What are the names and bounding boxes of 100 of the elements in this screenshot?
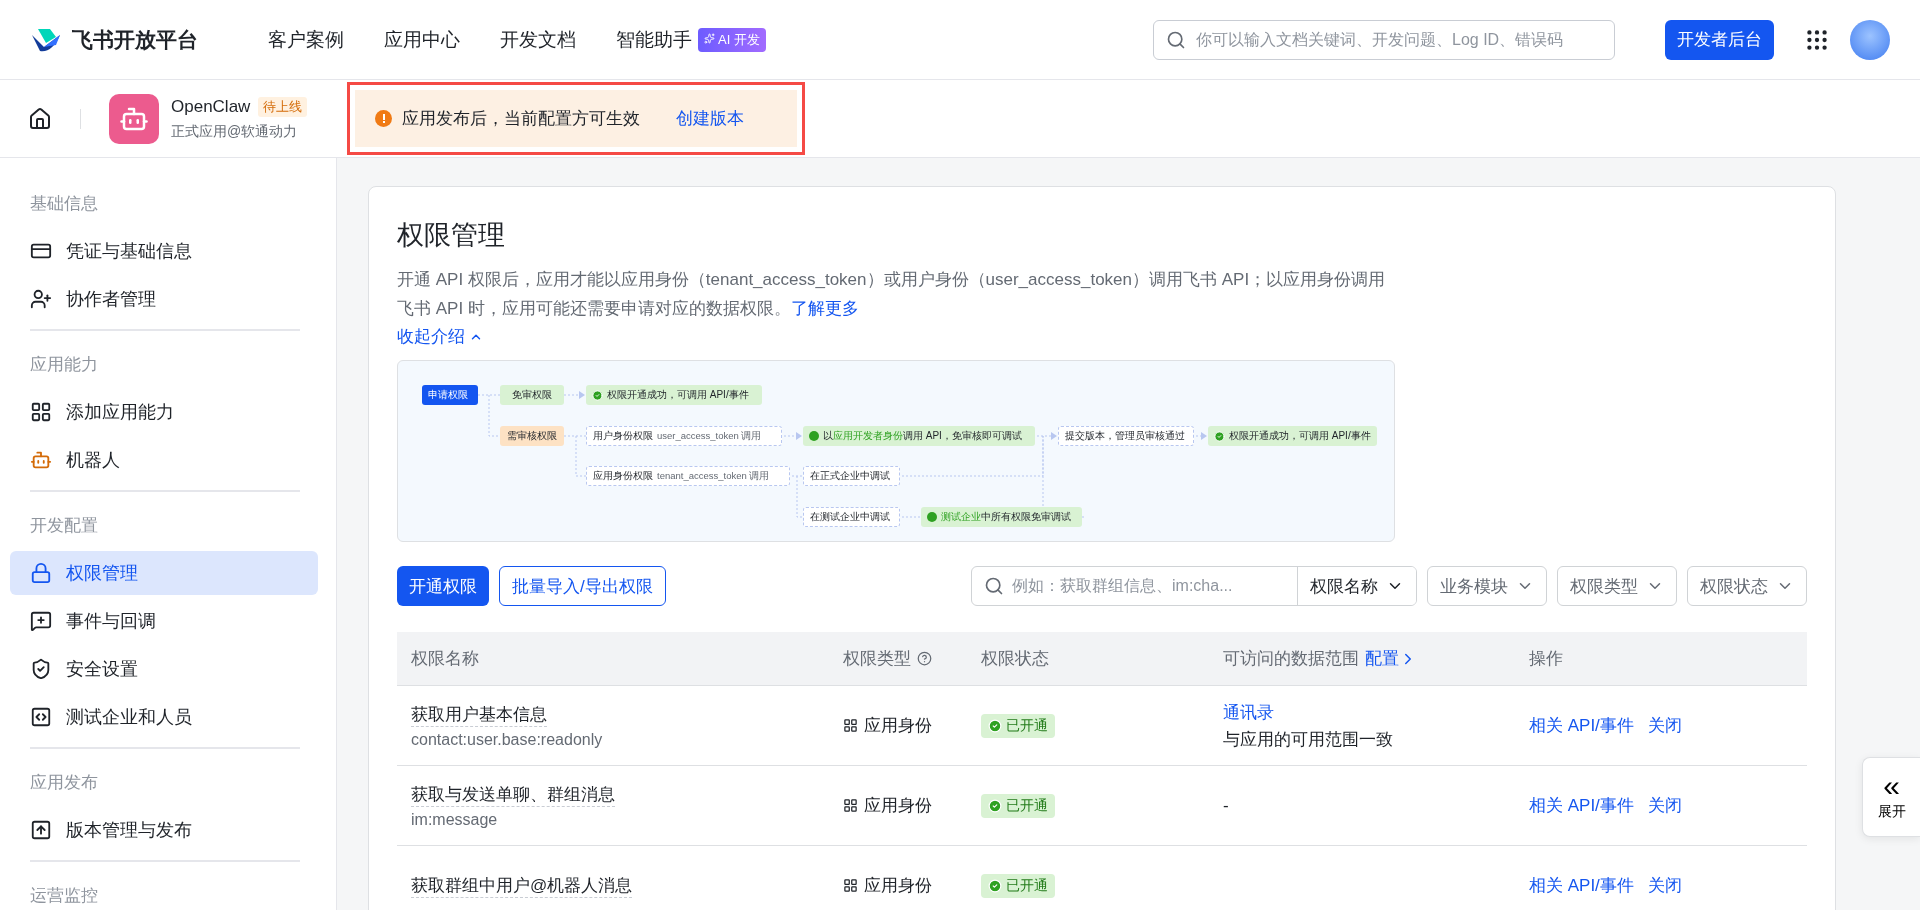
search-field[interactable]: 你可以输入文档关键词、开发问题、Log ID、错误码 <box>1153 19 1615 60</box>
node-label: 在正式企业中调试 <box>810 469 890 483</box>
action-link[interactable]: 相关 API/事件 <box>1529 874 1634 897</box>
section-title: 开发配置 <box>29 515 99 537</box>
console-button[interactable]: 开发者后台 <box>1665 19 1774 60</box>
node-label: 需审核权限 <box>507 429 557 443</box>
home-icon[interactable] <box>28 106 52 131</box>
sidebar-item[interactable]: 权限管理 <box>10 551 318 595</box>
brand-name: 飞书开放平台 <box>72 26 198 53</box>
status-tag: 待上线 <box>258 96 308 117</box>
filter-dropdown[interactable]: 权限类型 <box>1557 566 1677 606</box>
logo-icon <box>30 26 62 53</box>
page-title: 权限管理 <box>397 219 506 252</box>
permission-name: 获取与发送单聊、群组消息 <box>411 782 615 807</box>
code-icon <box>30 706 52 728</box>
permission-type: 应用身份 <box>864 795 932 817</box>
status-badge: 已开通 <box>981 713 1055 738</box>
app-name: OpenClaw <box>171 96 251 117</box>
grid-icon <box>843 878 858 893</box>
node-label: 提交版本，管理员审核通过 <box>1065 429 1185 443</box>
help-icon[interactable] <box>917 651 932 666</box>
permission-type: 应用身份 <box>864 715 932 737</box>
sidebar-item[interactable]: 事件与回调 <box>10 599 318 643</box>
node-label: 应用身份权限 <box>593 469 653 483</box>
nav-link[interactable]: 客户案例 <box>268 26 344 53</box>
shield-icon <box>30 658 52 680</box>
node-note: tenant_access_token 调用 <box>657 469 770 483</box>
permission-name: 获取用户基本信息 <box>411 702 547 727</box>
nav-link[interactable]: 应用中心 <box>384 26 460 53</box>
filter-dropdown[interactable]: 业务模块 <box>1427 566 1547 606</box>
permission-name: 获取群组中用户@机器人消息 <box>411 873 633 898</box>
node-note: user_access_token 调用 <box>657 429 762 443</box>
connector-arrow <box>1195 432 1207 440</box>
lock-icon <box>30 562 52 584</box>
column-header: 可访问的数据范围 <box>1223 648 1359 670</box>
node-label: 申请权限 <box>428 388 468 402</box>
sidebar-item[interactable]: 版本管理与发布 <box>10 808 318 852</box>
node-label: 权限开通成功，可调用 API/事件 <box>1229 429 1371 443</box>
scope-text: - <box>1223 795 1230 816</box>
check-icon <box>592 389 603 401</box>
nav-link[interactable]: 开发文档 <box>500 26 576 53</box>
sidebar-item[interactable]: 机器人 <box>10 438 318 482</box>
check-icon <box>1214 430 1225 442</box>
sidebar-item[interactable]: 凭证与基础信息 <box>10 229 318 273</box>
warning-icon <box>375 110 393 127</box>
column-header: 操作 <box>1529 648 1563 670</box>
field-dropdown[interactable]: 权限名称 <box>1297 567 1416 605</box>
grid-icon <box>843 718 858 733</box>
section-title: 运营监控 <box>29 885 99 907</box>
action-link[interactable]: 关闭 <box>1647 794 1682 817</box>
node-label: 测试企业中所有权限免审调试 <box>941 510 1071 524</box>
action-link[interactable]: 关闭 <box>1647 874 1682 897</box>
config-link[interactable]: 配置 <box>1365 647 1417 670</box>
upload-icon <box>30 819 52 841</box>
learn-more-link[interactable]: 了解更多 <box>790 299 859 318</box>
add-user-icon <box>30 288 52 310</box>
expand-toggle[interactable]: « 展开 <box>1862 757 1920 837</box>
action-link[interactable]: 关闭 <box>1647 714 1682 737</box>
collapse-link[interactable]: 收起介绍 <box>397 325 483 348</box>
connector-arrow <box>563 391 585 399</box>
sidebar-item[interactable]: 安全设置 <box>10 647 318 691</box>
status-dot-icon <box>927 512 937 522</box>
search-icon <box>1166 29 1186 50</box>
node-label: 用户身份权限 <box>593 429 653 443</box>
status-badge: 已开通 <box>981 873 1055 898</box>
notice-text: 应用发布后，当前配置方可生效 <box>402 108 641 130</box>
node-label: 免审权限 <box>512 388 552 402</box>
sidebar-item[interactable]: 添加应用能力 <box>10 390 318 434</box>
permission-search-field[interactable]: 例如：获取群组信息、im:cha... 权限名称 <box>971 566 1417 606</box>
action-link[interactable]: 相关 API/事件 <box>1529 714 1634 737</box>
permission-code: contact:user.base:readonly <box>411 730 604 749</box>
connector-arrow <box>1036 432 1057 440</box>
column-header: 权限状态 <box>981 648 1049 670</box>
scope-text: 与应用的可用范围一致 <box>1223 728 1394 751</box>
app-subtitle: 正式应用@软通动力 <box>171 122 299 141</box>
search-icon <box>984 576 1004 596</box>
app-icon <box>109 93 159 144</box>
create-version-link[interactable]: 创建版本 <box>676 107 745 130</box>
section-title: 应用发布 <box>29 772 99 794</box>
filter-dropdown[interactable]: 权限状态 <box>1687 566 1807 606</box>
permission-type: 应用身份 <box>864 875 932 897</box>
node-label: 权限开通成功，可调用 API/事件 <box>607 388 749 402</box>
section-title: 基础信息 <box>29 193 99 215</box>
nav-link[interactable]: 智能助手 AI 开发 <box>616 26 766 53</box>
action-link[interactable]: 相关 API/事件 <box>1529 794 1634 817</box>
apps-icon <box>30 401 52 423</box>
grid-icon <box>843 798 858 813</box>
enable-permission-button[interactable]: 开通权限 <box>397 566 489 606</box>
sidebar-item[interactable]: 协作者管理 <box>10 277 318 321</box>
scope-link[interactable]: 通讯录 <box>1223 700 1529 724</box>
avatar[interactable] <box>1850 19 1890 60</box>
import-export-button[interactable]: 批量导入/导出权限 <box>499 566 666 606</box>
sidebar-item[interactable]: 测试企业和人员 <box>10 695 318 739</box>
column-header: 权限名称 <box>411 648 479 670</box>
page-description: 开通 API 权限后，应用才能以应用身份（tenant_access_token）或用户身份（user_access_token）调用飞书 API；以应用身份调用飞书 API 时，应用可能还需要申请对应的数据权限。了解更多 <box>397 269 1387 320</box>
permission-code: im:message <box>411 810 499 829</box>
status-dot-icon <box>809 431 819 441</box>
node-label: 在测试企业中调试 <box>810 510 890 524</box>
ai-badge: AI 开发 <box>698 27 766 52</box>
robot-icon <box>30 449 52 471</box>
